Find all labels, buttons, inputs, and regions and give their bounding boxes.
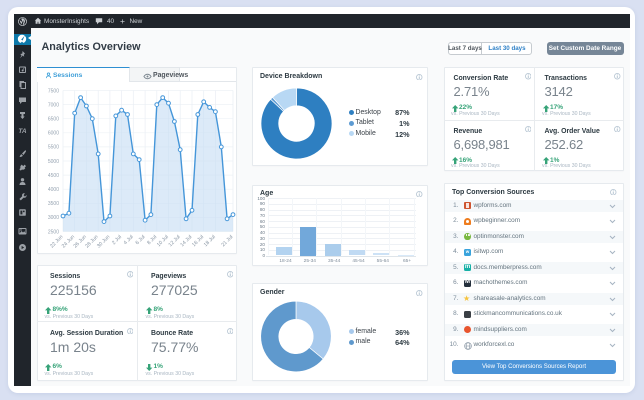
svg-text:2 Jul: 2 Jul	[111, 234, 123, 246]
svg-text:7500: 7500	[48, 88, 59, 94]
svg-text:16 Jul: 16 Jul	[191, 234, 205, 248]
svg-text:TA: TA	[18, 128, 26, 135]
svg-text:30 Jun: 30 Jun	[96, 234, 111, 249]
svg-text:12 Jul: 12 Jul	[168, 234, 182, 248]
svg-text:5000: 5000	[48, 159, 59, 165]
svg-text:5500: 5500	[48, 145, 59, 151]
svg-text:18 Jul: 18 Jul	[203, 234, 217, 248]
svg-text:10 Jul: 10 Jul	[156, 234, 170, 248]
svg-text:21 Jul: 21 Jul	[220, 234, 234, 248]
svg-text:4500: 4500	[48, 173, 59, 179]
svg-text:6 Jul: 6 Jul	[135, 234, 147, 246]
svg-text:3500: 3500	[48, 201, 59, 207]
svg-text:7000: 7000	[48, 102, 59, 108]
svg-text:6000: 6000	[48, 131, 59, 137]
svg-text:4 Jul: 4 Jul	[123, 234, 135, 246]
svg-text:14 Jul: 14 Jul	[179, 234, 193, 248]
svg-text:6500: 6500	[48, 117, 59, 123]
svg-text:2500: 2500	[48, 229, 59, 235]
svg-text:3000: 3000	[48, 215, 59, 221]
svg-text:4000: 4000	[48, 187, 59, 193]
